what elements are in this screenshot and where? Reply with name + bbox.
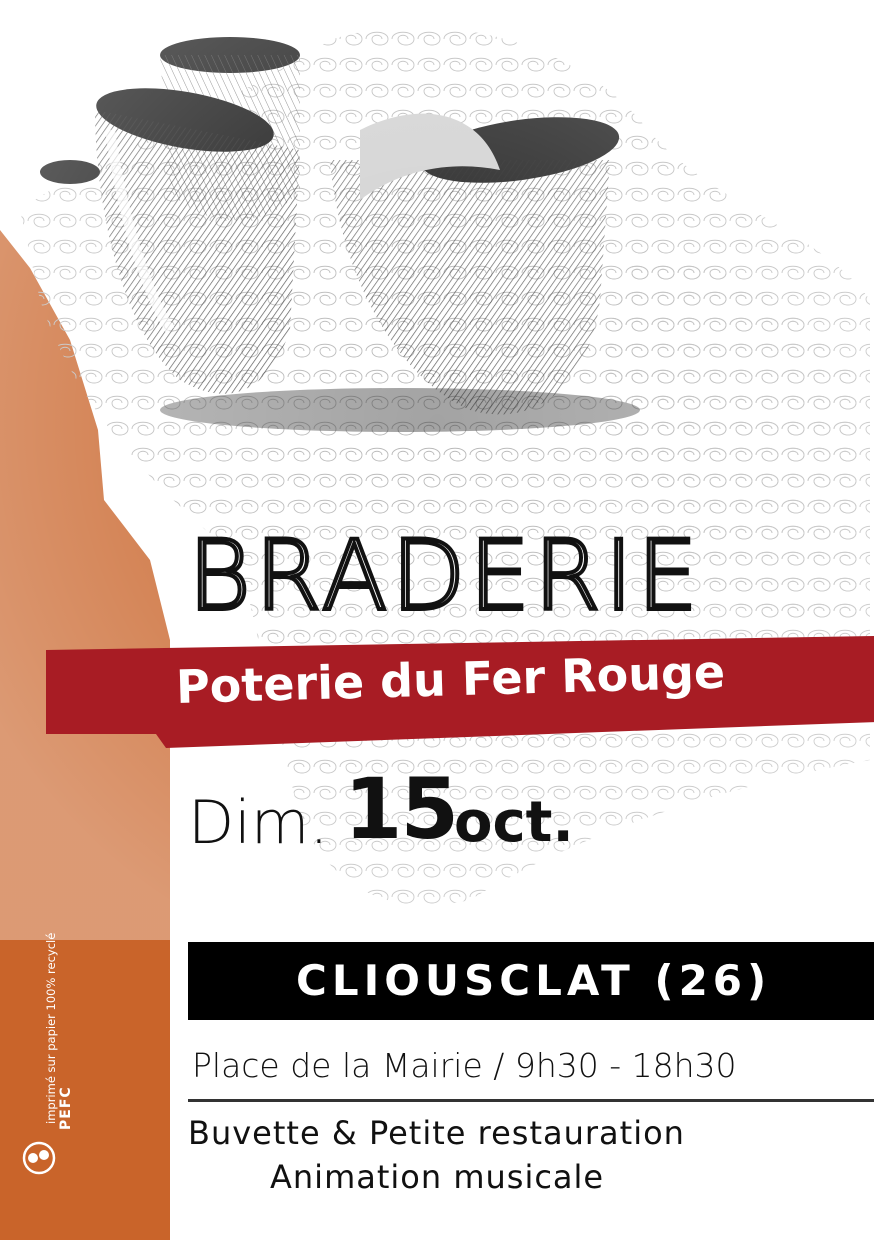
extra-refreshments: Buvette & Petite restauration: [188, 1114, 685, 1152]
date-month: oct.: [454, 790, 574, 855]
divider: [188, 1099, 874, 1102]
extra-music: Animation musicale: [270, 1158, 605, 1196]
address-hours: Place de la Mairie / 9h30 - 18h30: [192, 1046, 737, 1085]
braderie-poster: BRADERIE Poterie du Fer Rouge Dim. 15 oc…: [0, 0, 874, 1240]
date-number: 15: [344, 760, 459, 858]
date-day: Dim.: [188, 788, 329, 858]
pefc-logo-icon: [22, 1141, 56, 1175]
event-title: BRADERIE: [186, 520, 702, 632]
recycled-paper-note: imprimé sur papier 100% recyclé: [44, 932, 58, 1124]
pefc-label: PEFC: [58, 1086, 74, 1130]
city-name: CLIOUSCLAT (26): [296, 956, 772, 1005]
